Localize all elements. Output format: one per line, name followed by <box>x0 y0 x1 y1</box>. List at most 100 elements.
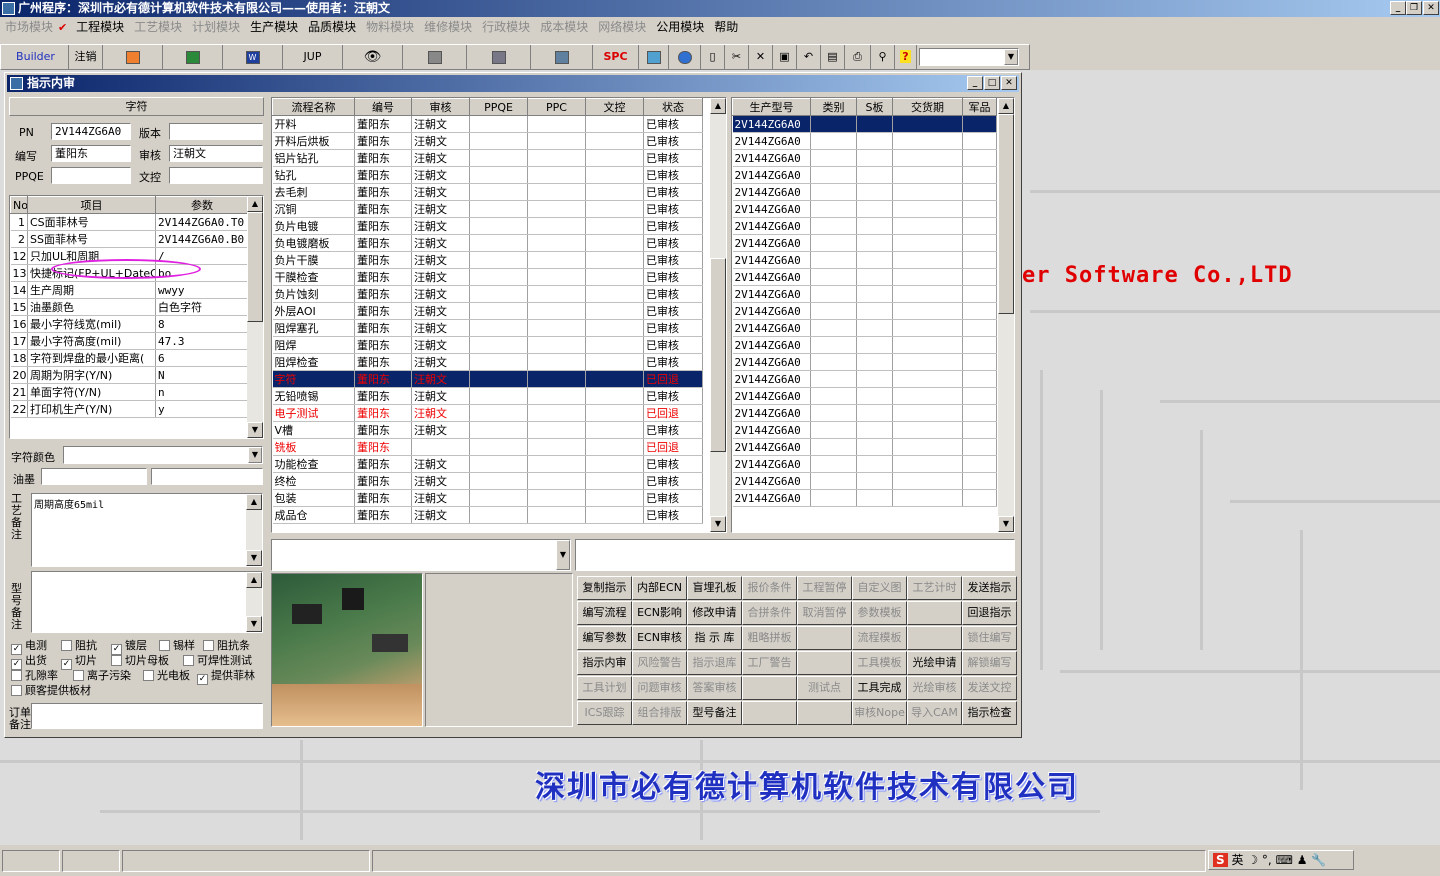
checkbox-icon[interactable] <box>203 640 214 651</box>
command-button[interactable]: 解锁编写 <box>962 651 1017 675</box>
param-row[interactable]: 21 单面字符(Y/N) n <box>10 383 249 401</box>
param-row[interactable]: 14 生产周期 wwyy <box>10 281 249 299</box>
menu-item-3[interactable]: 计划模块 <box>187 17 245 37</box>
command-button[interactable]: 粗略拼板 <box>742 626 797 650</box>
command-button[interactable]: ECN审核 <box>632 626 687 650</box>
save-button[interactable]: ▣ <box>773 45 797 69</box>
ppqe-field[interactable] <box>51 167 131 184</box>
flow-row[interactable]: 干膜检查 董阳东 汪朝文 已审核 <box>272 268 703 286</box>
flow-row[interactable]: 终检 董阳东 汪朝文 已审核 <box>272 472 703 490</box>
find-button[interactable]: ⚲ <box>871 45 895 69</box>
flow-row[interactable]: 阻焊 董阳东 汪朝文 已审核 <box>272 336 703 354</box>
param-row[interactable]: 1 CS面菲林号 2V144ZG6A0.T0 <box>10 213 249 231</box>
flow-grid[interactable]: 流程名称 编号 审核 PPQE PPC 文控 状态 开料 董阳东 汪朝文 已审核 开料后烘板 董阳东 汪朝… <box>271 97 727 533</box>
dialog-minimize-button[interactable]: _ <box>967 76 983 90</box>
option-checkbox[interactable]: ✓ 提供菲林 <box>197 667 255 685</box>
model-row[interactable]: 2V144ZG6A0 <box>732 370 997 388</box>
flow-col-header[interactable]: 编号 <box>354 98 412 116</box>
model-row[interactable]: 2V144ZG6A0 <box>732 251 997 269</box>
command-button[interactable] <box>907 601 962 625</box>
refresh-button[interactable] <box>639 45 669 69</box>
flow-row[interactable]: 铣板 董阳东 已回退 <box>272 438 703 456</box>
builder-button[interactable]: Builder <box>3 45 69 69</box>
option-checkbox[interactable]: 锡样 <box>159 637 195 653</box>
model-row[interactable]: 2V144ZG6A0 <box>732 200 997 218</box>
param-row[interactable]: 18 字符到焊盘的最小距离(6 <box>10 349 249 367</box>
print-button[interactable]: ⎙ <box>845 45 871 69</box>
toolbar-combo[interactable]: ▼ <box>919 48 1019 66</box>
eye-button[interactable]: 👁 <box>343 45 403 69</box>
close-button[interactable]: ✕ <box>1423 1 1439 15</box>
command-button[interactable] <box>742 676 797 700</box>
command-button[interactable] <box>797 651 852 675</box>
jup-button[interactable]: JUP <box>283 45 343 69</box>
command-button[interactable]: 工具计划 <box>577 676 632 700</box>
command-button[interactable]: 修改申请 <box>687 601 742 625</box>
message-field[interactable] <box>575 539 1015 571</box>
menu-item-8[interactable]: 行政模块 <box>477 17 535 37</box>
checkbox-icon[interactable] <box>73 670 84 681</box>
model-col-header[interactable]: 交货期 <box>892 98 963 116</box>
flow-scrollbar[interactable]: ▲ ▼ <box>710 98 726 532</box>
model-row[interactable]: 2V144ZG6A0 <box>732 472 997 490</box>
command-button[interactable]: 取消暂停 <box>797 601 852 625</box>
char-color-select[interactable]: ▼ <box>63 446 263 464</box>
flow-note-combo[interactable]: ▼ <box>271 539 571 571</box>
command-button[interactable] <box>797 701 852 725</box>
option-checkbox[interactable]: 孔隙率 <box>11 667 58 683</box>
network-button[interactable] <box>467 45 531 69</box>
option-checkbox[interactable]: 顾客提供板材 <box>11 682 91 698</box>
flow-row[interactable]: 负电镀磨板 董阳东 汪朝文 已审核 <box>272 234 703 252</box>
checkbox-icon[interactable] <box>11 670 22 681</box>
chevron-down-icon[interactable]: ▼ <box>556 540 570 570</box>
param-row[interactable]: 15 油墨颜色 白色字符 <box>10 298 249 316</box>
checkbox-icon[interactable]: ✓ <box>61 659 72 670</box>
param-col-header[interactable]: No <box>10 196 28 214</box>
command-button[interactable]: 发送指示 <box>962 576 1017 600</box>
flow-row[interactable]: 电子测试 董阳东 汪朝文 已回退 <box>272 404 703 422</box>
command-button[interactable]: 合拼条件 <box>742 601 797 625</box>
restore-button[interactable]: ❐ <box>1406 1 1422 15</box>
model-col-header[interactable]: 类别 <box>810 98 857 116</box>
model-row[interactable]: 2V144ZG6A0 <box>732 115 997 133</box>
option-checkbox[interactable]: 离子污染 <box>73 667 131 683</box>
model-row[interactable]: 2V144ZG6A0 <box>732 438 997 456</box>
command-button[interactable]: 编写流程 <box>577 601 632 625</box>
order-note-field[interactable] <box>31 703 263 729</box>
reviewer-field[interactable]: 汪朝文 <box>169 145 263 162</box>
command-button[interactable]: 问题审核 <box>632 676 687 700</box>
model-row[interactable]: 2V144ZG6A0 <box>732 489 997 507</box>
menu-item-7[interactable]: 维修模块 <box>419 17 477 37</box>
flow-row[interactable]: V槽 董阳东 汪朝文 已审核 <box>272 421 703 439</box>
model-row[interactable]: 2V144ZG6A0 <box>732 132 997 150</box>
command-button[interactable]: 答案审核 <box>687 676 742 700</box>
checkbox-icon[interactable]: ✓ <box>197 674 208 685</box>
undo-button[interactable]: ↶ <box>797 45 821 69</box>
model-row[interactable]: 2V144ZG6A0 <box>732 268 997 286</box>
model-row[interactable]: 2V144ZG6A0 <box>732 455 997 473</box>
checkbox-icon[interactable] <box>61 640 72 651</box>
command-button[interactable]: 指示内审 <box>577 651 632 675</box>
process-note-field[interactable]: 周期高度65mil ▲ ▼ <box>31 493 263 567</box>
flow-row[interactable]: 开料后烘板 董阳东 汪朝文 已审核 <box>272 132 703 150</box>
cut-button[interactable]: ✂ <box>725 45 749 69</box>
menu-item-9[interactable]: 成本模块 <box>535 17 593 37</box>
checkbox-icon[interactable] <box>159 640 170 651</box>
command-button[interactable]: 组合排版 <box>632 701 687 725</box>
command-button[interactable]: 盲埋孔板 <box>687 576 742 600</box>
flow-row[interactable]: 去毛刺 董阳东 汪朝文 已审核 <box>272 183 703 201</box>
model-row[interactable]: 2V144ZG6A0 <box>732 234 997 252</box>
pn-field[interactable]: 2V144ZG6A0 <box>51 123 131 140</box>
command-button[interactable]: 型号备注 <box>687 701 742 725</box>
param-row[interactable]: 2 SS面菲林号 2V144ZG6A0.B0 <box>10 230 249 248</box>
command-button[interactable]: 工程暂停 <box>797 576 852 600</box>
command-button[interactable]: 工厂警告 <box>742 651 797 675</box>
author-field[interactable]: 董阳东 <box>51 145 131 162</box>
param-col-header[interactable]: 项目 <box>27 196 156 214</box>
flow-col-header[interactable]: PPQE <box>469 98 528 116</box>
command-button[interactable]: 锁住编写 <box>962 626 1017 650</box>
command-button[interactable]: 编写参数 <box>577 626 632 650</box>
flow-row[interactable]: 沉铜 董阳东 汪朝文 已审核 <box>272 200 703 218</box>
flow-row[interactable]: 钻孔 董阳东 汪朝文 已审核 <box>272 166 703 184</box>
flow-col-header[interactable]: 流程名称 <box>272 98 355 116</box>
